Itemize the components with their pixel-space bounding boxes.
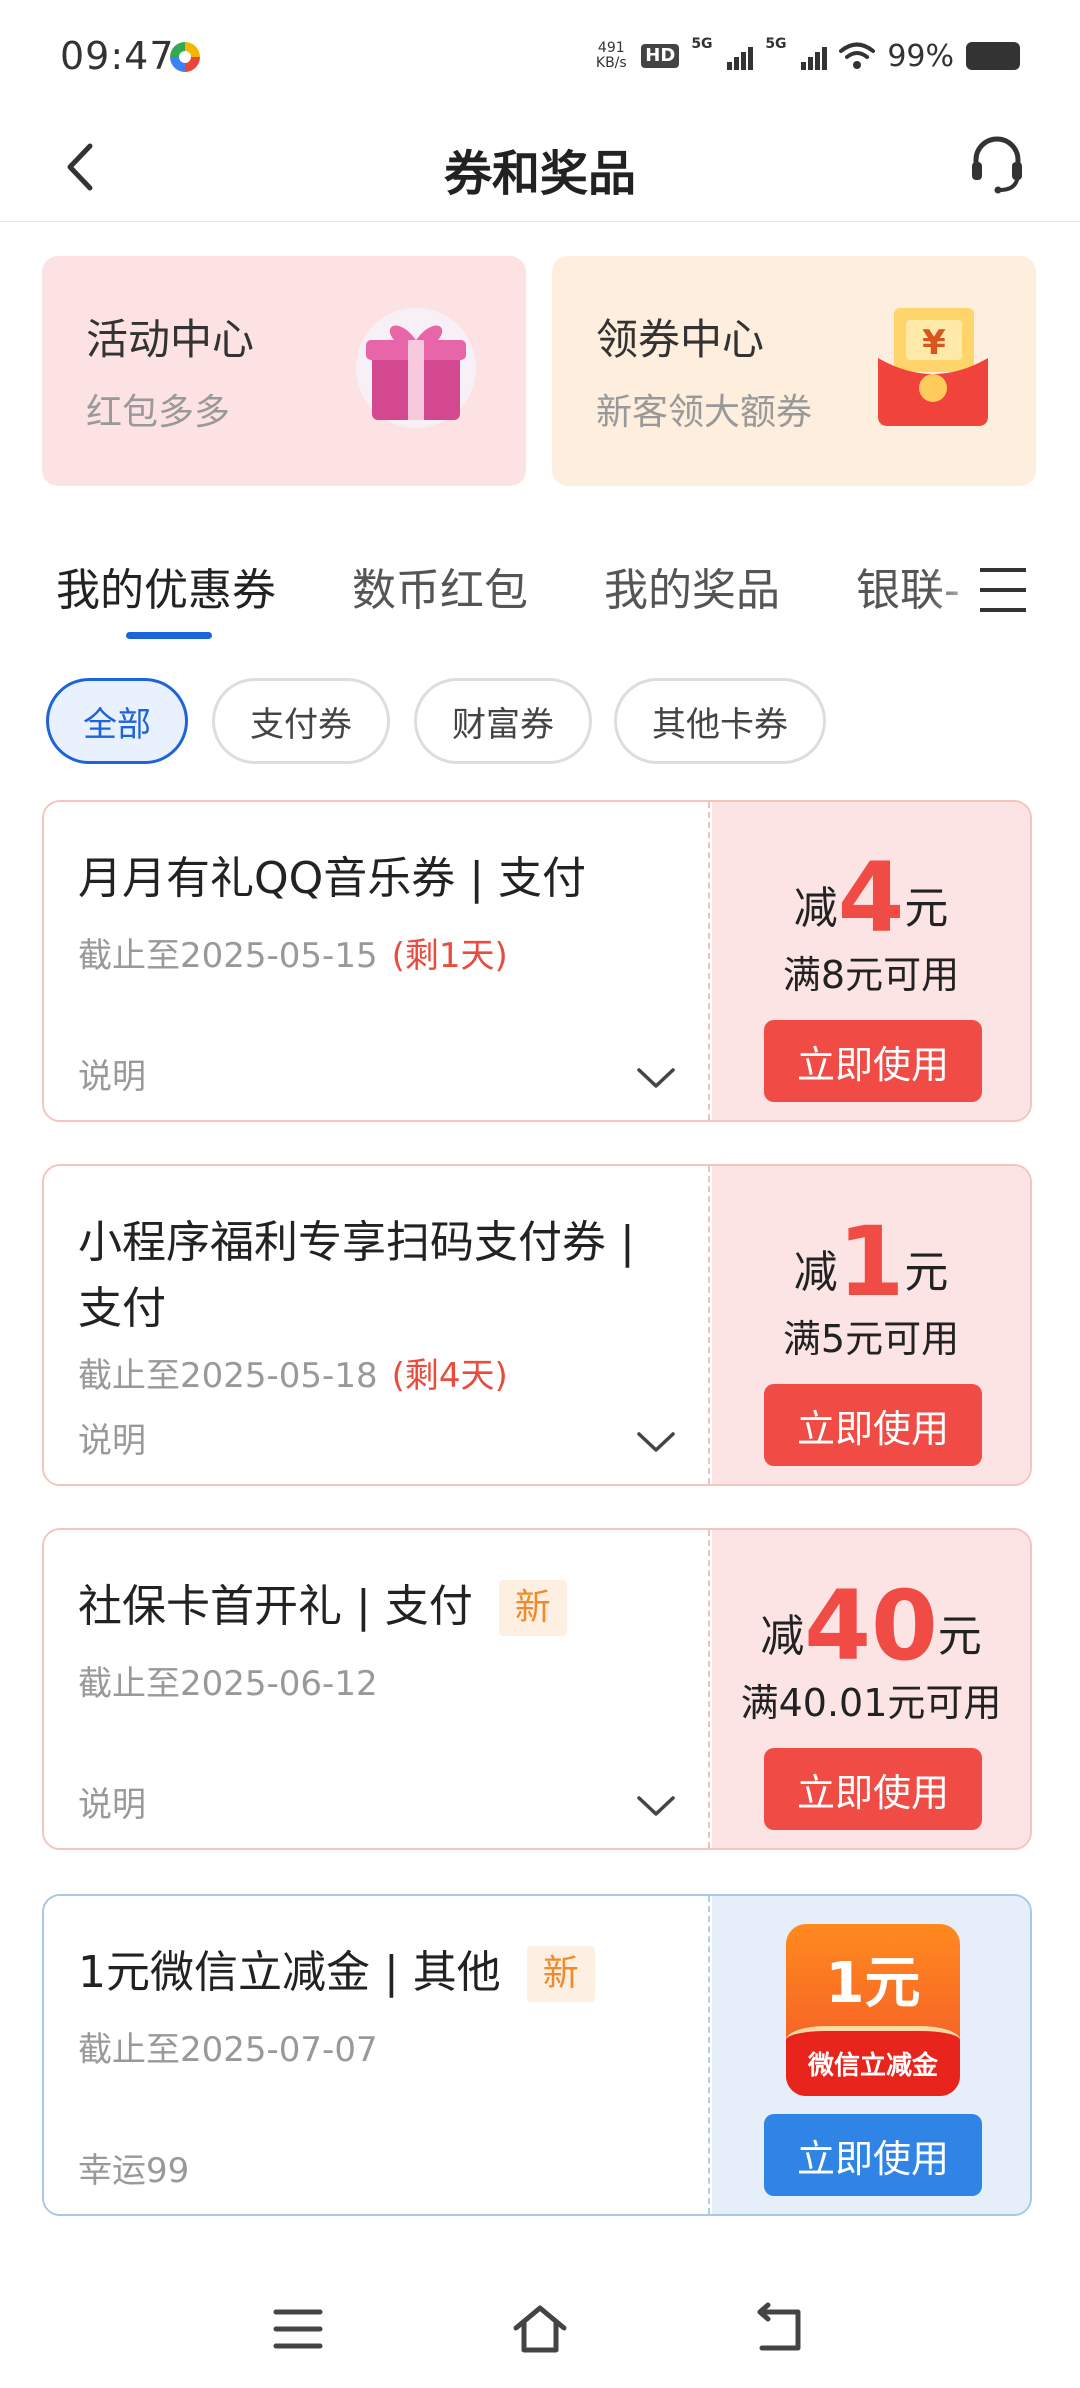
discount-prefix: 减 [793,883,838,934]
coupon-title-text: 1元微信立减金 | 其他 [78,1947,501,1998]
tab-digital-red-packets[interactable]: 数币红包 [352,554,528,618]
activity-center-card[interactable]: 活动中心 红包多多 [42,256,526,486]
coupon-card: 社保卡首开礼 | 支付新 截止至2025-06-12 说明 减40元 满40.0… [42,1528,1032,1850]
coupon-expiry: 截止至2025-05-18 (剩4天) [78,1348,508,1397]
home-icon[interactable] [512,2302,568,2356]
wechat-cash-badge: 1元 微信立减金 [786,1924,960,2096]
discount-amount: 减1元 [712,1206,1030,1318]
discount-unit: 元 [904,1247,949,1298]
network-speed: 491 KB/s [593,41,629,71]
discount-value: 40 [804,1570,938,1682]
coupon-expiry: 截止至2025-05-15 (剩1天) [78,928,508,977]
usage-condition: 满5元可用 [782,1317,960,1361]
coupon-description-link[interactable]: 说明 [78,1777,146,1826]
system-nav-bar [0,2270,1080,2388]
use-now-button[interactable]: 立即使用 [764,1748,982,1830]
filter-wealth-coupons[interactable]: 财富券 [414,678,592,764]
use-now-button[interactable]: 立即使用 [764,1384,982,1466]
expiry-date: 截止至2025-07-07 [78,2030,378,2070]
signal-icon: 5G [691,36,754,70]
coupon-description-link[interactable]: 说明 [78,1049,146,1098]
signal-icon-2: 5G [765,36,828,70]
customer-service-icon[interactable] [962,128,1032,198]
coupon-value-panel: 1元 微信立减金 立即使用 [712,1896,1030,2214]
days-remaining: (剩4天) [391,1356,508,1396]
coupon-title: 月月有礼QQ音乐券 | 支付 [78,853,587,904]
network-speed-unit: KB/s [595,55,627,71]
usage-condition: 满8元可用 [782,953,960,997]
coupon-center-card[interactable]: 领券中心 新客领大额券 ¥ [552,256,1036,486]
coupon-tabs: 我的优惠券 数币红包 我的奖品 银联- [0,540,1080,640]
discount-value: 4 [837,842,905,954]
recent-apps-icon[interactable] [270,2302,326,2356]
network-speed-value: 491 [597,40,625,56]
gift-icon [356,308,476,428]
coupon-title: 小程序福利专享扫码支付券 | 支付 [78,1217,635,1334]
coupon-info: 小程序福利专享扫码支付券 | 支付 截止至2025-05-18 (剩4天) 说明 [44,1166,710,1484]
filter-all[interactable]: 全部 [46,678,188,764]
coupon-title: 1元微信立减金 | 其他新 [78,1940,678,2006]
app-notification-icon [170,42,200,72]
days-remaining: (剩1天) [391,936,508,976]
page-title: 券和奖品 [443,146,636,202]
menu-icon[interactable] [976,564,1030,616]
coupon-title-text: 社保卡首开礼 | 支付 [78,1581,473,1632]
battery-icon [966,42,1020,70]
new-badge: 新 [526,1946,595,2002]
status-time: 09:47 [60,34,175,78]
active-tab-indicator [126,632,212,639]
discount-unit: 元 [937,1611,982,1662]
expiry-date: 截止至2025-05-15 [78,936,378,976]
discount-prefix: 减 [793,1247,838,1298]
new-badge: 新 [498,1580,567,1636]
coupon-value-panel: 减1元 满5元可用 立即使用 [712,1166,1030,1484]
badge-amount: 1元 [825,1951,921,2016]
discount-value: 1 [837,1206,905,1318]
coupon-expiry: 截止至2025-06-12 [78,1656,378,1705]
coupon-value-panel: 减40元 满40.01元可用 立即使用 [712,1530,1030,1848]
badge-label: 微信立减金 [807,2051,938,2081]
coupon-description-link[interactable]: 说明 [78,1413,146,1462]
coupon-card: 月月有礼QQ音乐券 | 支付 截止至2025-05-15 (剩1天) 说明 减4元… [42,800,1032,1122]
discount-unit: 元 [904,883,949,934]
wifi-icon [839,42,876,69]
discount-amount: 减40元 [712,1570,1030,1682]
coupon-card: 小程序福利专享扫码支付券 | 支付 截止至2025-05-18 (剩4天) 说明 … [42,1164,1032,1486]
chevron-down-icon[interactable] [636,1066,676,1090]
coupon-info: 1元微信立减金 | 其他新 截止至2025-07-07 幸运99 [44,1896,710,2214]
back-nav-icon[interactable] [752,2302,808,2356]
use-now-button[interactable]: 立即使用 [764,1020,982,1102]
network-type-label-2: 5G [765,36,787,52]
tab-my-prizes[interactable]: 我的奖品 [604,554,780,618]
battery-percent: 99% [887,38,954,74]
status-bar: 09:47 491 KB/s HD 5G 5G 99% [0,0,1080,110]
coupon-info: 月月有礼QQ音乐券 | 支付 截止至2025-05-15 (剩1天) 说明 [44,802,710,1120]
svg-text:¥: ¥ [922,323,946,363]
filter-payment-coupons[interactable]: 支付券 [212,678,390,764]
discount-prefix: 减 [760,1611,805,1662]
chevron-down-icon[interactable] [636,1794,676,1818]
network-type-label: 5G [691,36,713,52]
use-now-button[interactable]: 立即使用 [764,2114,982,2196]
coupon-source-label: 幸运99 [78,2151,190,2191]
top-bar: 券和奖品 [0,110,1080,222]
discount-amount: 减4元 [712,842,1030,954]
coupon-info: 社保卡首开礼 | 支付新 截止至2025-06-12 说明 [44,1530,710,1848]
expiry-date: 截止至2025-05-18 [78,1356,378,1396]
status-indicators: 491 KB/s HD 5G 5G 99% [593,36,1020,76]
usage-condition: 满40.01元可用 [740,1681,1002,1725]
chevron-down-icon[interactable] [636,1430,676,1454]
coupon-card: 1元微信立减金 | 其他新 截止至2025-07-07 幸运99 1元 微信立减… [42,1894,1032,2216]
coupon-value-panel: 减4元 满8元可用 立即使用 [712,802,1030,1120]
coupon-title: 社保卡首开礼 | 支付新 [78,1574,678,1640]
coupon-expiry: 截止至2025-07-07 [78,2022,378,2071]
tab-my-coupons[interactable]: 我的优惠券 [56,554,276,618]
expiry-date: 截止至2025-06-12 [78,1664,378,1704]
hd-icon: HD [641,44,680,68]
filter-other-coupons[interactable]: 其他卡券 [614,678,826,764]
red-envelope-icon: ¥ [878,308,988,426]
